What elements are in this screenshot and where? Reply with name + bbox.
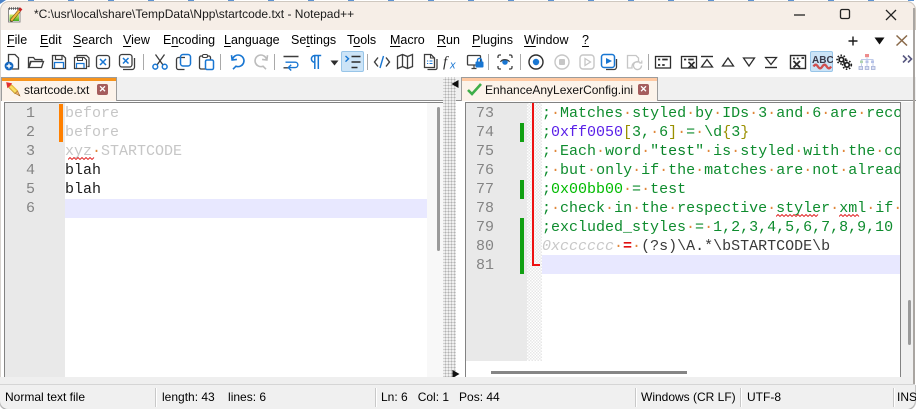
svg-text:f: f bbox=[443, 55, 449, 71]
svg-text:x: x bbox=[449, 60, 456, 72]
